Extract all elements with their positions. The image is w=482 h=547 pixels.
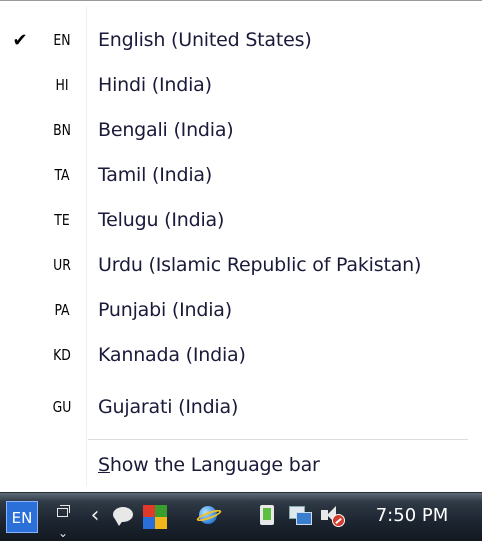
language-label: Telugu (India) — [98, 209, 225, 231]
language-label: Bengali (India) — [98, 119, 234, 141]
mnemonic-s: S — [98, 454, 110, 476]
taskbar: EN ⌄ ‹ 7:50 PM — [0, 492, 482, 541]
clock[interactable]: 7:50 PM — [356, 502, 468, 530]
menu-item-kannada[interactable]: KD Kannada (India) — [0, 333, 482, 377]
volume-muted-icon[interactable] — [318, 502, 345, 530]
language-label: Gujarati (India) — [98, 396, 239, 418]
language-code: UR — [53, 256, 71, 274]
menu-item-english[interactable]: ✔ EN English (United States) — [0, 18, 482, 62]
language-code: EN — [53, 31, 71, 49]
language-label: Kannada (India) — [98, 344, 246, 366]
menu-item-gujarati[interactable]: GU Gujarati (India) — [0, 385, 482, 429]
globe-icon[interactable] — [195, 502, 223, 530]
checkmark-icon: ✔ — [12, 29, 28, 51]
menu-separator — [88, 439, 468, 440]
language-code: HI — [55, 76, 69, 94]
language-label: Tamil (India) — [98, 164, 213, 186]
language-code: GU — [52, 398, 72, 416]
power-battery-icon[interactable] — [254, 502, 280, 530]
chat-icon[interactable] — [110, 502, 136, 530]
color-palette-icon[interactable] — [142, 502, 168, 530]
language-code: PA — [54, 301, 70, 319]
language-code: BN — [53, 121, 71, 139]
menu-item-hindi[interactable]: HI Hindi (India) — [0, 63, 482, 107]
arrow-left-icon[interactable]: ‹ — [82, 502, 108, 530]
language-code: TE — [54, 211, 70, 229]
show-language-bar-text: how the Language bar — [109, 454, 320, 476]
show-language-bar-label: Show the Language bar — [98, 454, 320, 476]
network-icon[interactable] — [286, 502, 312, 530]
language-label: Urdu (Islamic Republic of Pakistan) — [98, 254, 422, 276]
language-label: English (United States) — [98, 29, 312, 51]
language-label: Punjabi (India) — [98, 299, 232, 321]
menu-top-border — [0, 0, 482, 1]
menu-item-bengali[interactable]: BN Bengali (India) — [0, 108, 482, 152]
show-language-bar-item[interactable]: Show the Language bar — [0, 443, 482, 487]
language-code: TA — [54, 166, 70, 184]
language-label: Hindi (India) — [98, 74, 212, 96]
language-menu: ✔ EN English (United States) HI Hindi (I… — [0, 0, 482, 492]
language-code: KD — [53, 346, 71, 364]
menu-item-urdu[interactable]: UR Urdu (Islamic Republic of Pakistan) — [0, 243, 482, 287]
menu-item-telugu[interactable]: TE Telugu (India) — [0, 198, 482, 242]
restore-icon[interactable]: ⌄ — [50, 502, 76, 540]
menu-item-punjabi[interactable]: PA Punjabi (India) — [0, 288, 482, 332]
menu-item-tamil[interactable]: TA Tamil (India) — [0, 153, 482, 197]
language-indicator-button[interactable]: EN — [6, 501, 38, 533]
